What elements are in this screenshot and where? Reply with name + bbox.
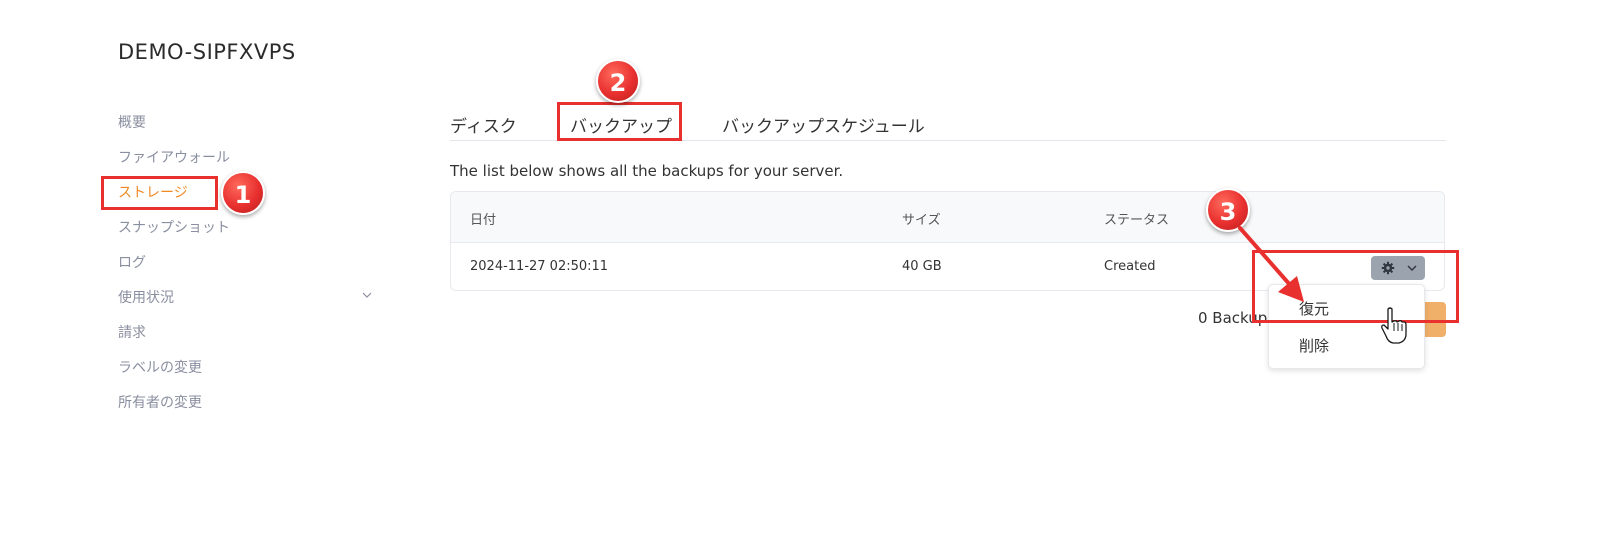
menu-item-delete[interactable]: 削除	[1299, 335, 1329, 356]
sidebar-item-snapshots[interactable]: スナップショット	[118, 217, 378, 252]
column-header-status: ステータス	[1104, 213, 1170, 228]
table-header: 日付 サイズ ステータス	[451, 192, 1444, 243]
sidebar-item-billing[interactable]: 請求	[118, 322, 378, 357]
sidebar: 概要 ファイアウォール ストレージ スナップショット ログ 使用状況 請求 ラベ…	[118, 112, 378, 427]
tab-backup-schedule[interactable]: バックアップスケジュール	[722, 112, 925, 137]
chevron-down-icon	[362, 292, 372, 298]
backup-status: Created	[1104, 259, 1156, 274]
backup-description: The list below shows all the backups for…	[450, 162, 844, 180]
sidebar-item-label: 使用状況	[118, 290, 174, 306]
highlight-box-storage	[101, 176, 218, 210]
sidebar-item-label: ラベルの変更	[118, 360, 202, 376]
sidebar-item-label: スナップショット	[118, 220, 230, 236]
sidebar-item-change-owner[interactable]: 所有者の変更	[118, 392, 378, 427]
sidebar-item-label: ログ	[118, 255, 146, 271]
sidebar-item-logs[interactable]: ログ	[118, 252, 378, 287]
step-badge-2: 2	[596, 59, 640, 103]
column-header-date: 日付	[470, 213, 497, 228]
sidebar-item-label: 概要	[118, 115, 146, 131]
highlight-box-backup-tab	[557, 102, 682, 141]
sidebar-item-label: 所有者の変更	[118, 395, 202, 411]
backup-size: 40 GB	[902, 259, 942, 274]
sidebar-item-label: ファイアウォール	[118, 150, 230, 166]
server-title: DEMO-SIPFXVPS	[118, 40, 296, 64]
sidebar-item-change-label[interactable]: ラベルの変更	[118, 357, 378, 392]
highlight-box-restore	[1252, 250, 1459, 323]
sidebar-item-overview[interactable]: 概要	[118, 112, 378, 147]
column-header-size: サイズ	[902, 213, 941, 228]
tab-disk[interactable]: ディスク	[450, 112, 517, 137]
step-badge-1: 1	[221, 171, 265, 215]
step-badge-3: 3	[1206, 188, 1250, 232]
sidebar-item-label: 請求	[118, 325, 146, 341]
sidebar-item-usage[interactable]: 使用状況	[118, 287, 378, 322]
backup-date: 2024-11-27 02:50:11	[470, 259, 609, 274]
